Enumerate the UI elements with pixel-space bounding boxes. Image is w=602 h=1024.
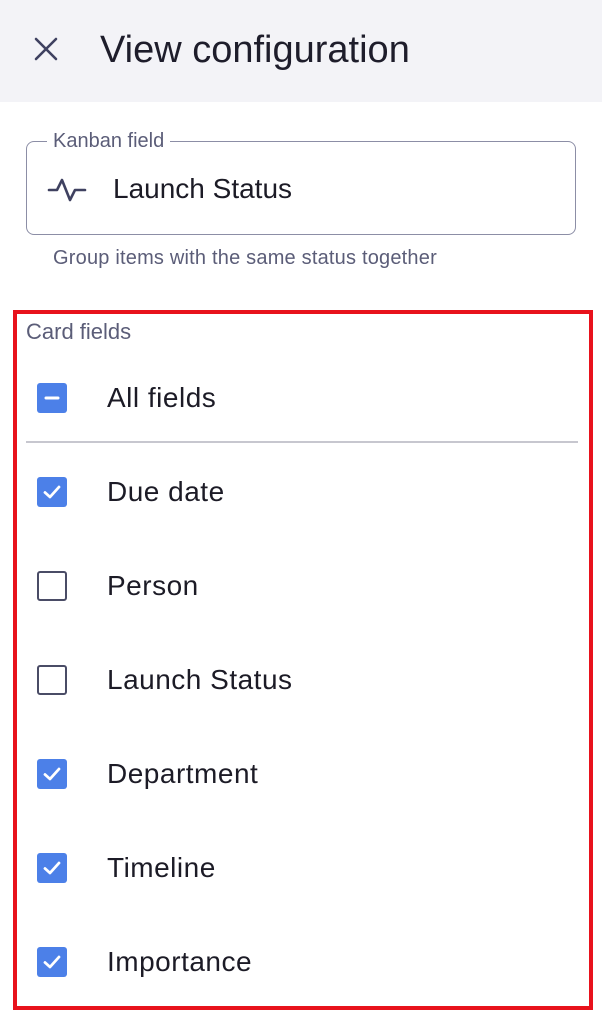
page-title: View configuration	[100, 29, 410, 71]
card-fields-highlight-box	[13, 310, 593, 1010]
app-header: View configuration	[0, 0, 602, 102]
kanban-field-select[interactable]: Kanban field Launch Status	[26, 128, 576, 235]
kanban-field-legend: Kanban field	[47, 128, 171, 154]
activity-pulse-icon	[47, 178, 87, 202]
kanban-field-value: Launch Status	[113, 173, 293, 204]
close-icon	[34, 37, 58, 61]
kanban-field-helper-text: Group items with the same status togethe…	[53, 247, 437, 269]
close-button[interactable]	[26, 29, 66, 69]
